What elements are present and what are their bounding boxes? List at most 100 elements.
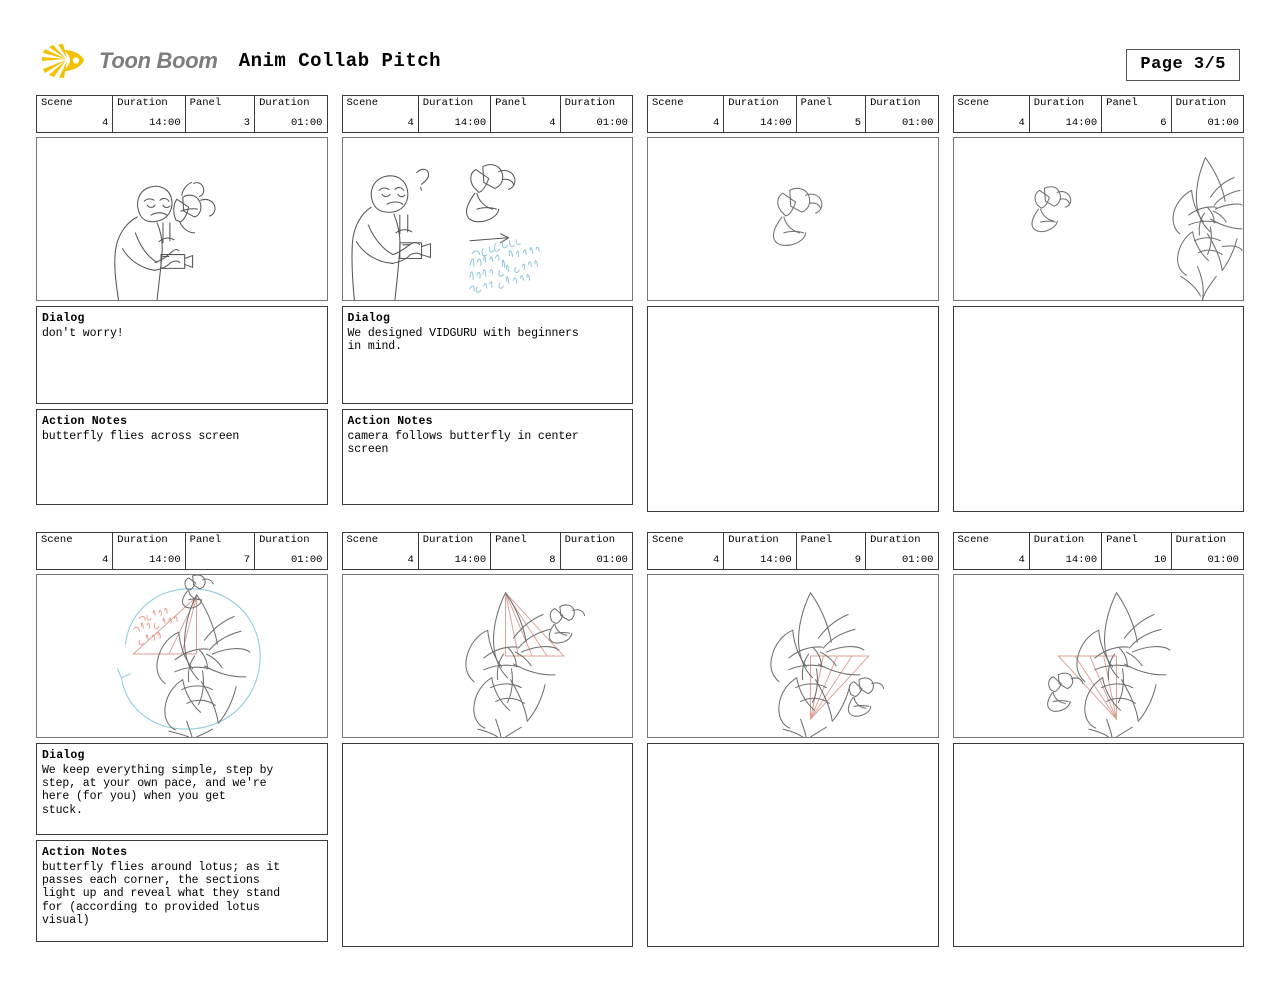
storyboard-cell[interactable]: Scene 4 Duration 14:00 Panel 9 Duration … [647,532,939,947]
panel-notes [647,306,939,512]
action-notes-label: Action Notes [42,415,128,428]
panel-artwork-lotus-with-circular-path[interactable] [36,574,328,738]
empty-notes-box[interactable] [952,306,1244,512]
scene-label: Scene [957,97,990,109]
scene-label: Scene [346,534,379,546]
action-notes-box[interactable]: Action Notes butterfly flies around lotu… [36,840,328,942]
storyboard-cell[interactable]: Scene 4 Duration 14:00 Panel 3 Duration … [36,95,328,512]
dialog-text: don't worry! [42,326,124,340]
scene-duration-value: 14:00 [454,116,487,129]
dialog-box[interactable]: Dialog We keep everything simple, step b… [36,743,328,835]
panel-notes [952,306,1244,512]
scene-duration-value: 14:00 [149,116,181,129]
panel-field: Panel 6 [1101,96,1170,132]
scene-label: Scene [652,97,684,109]
panel-meta-header: Scene 4 Duration 14:00 Panel 4 Duration … [341,95,633,133]
brand-name: Toon Boom [99,48,218,73]
storyboard-cell[interactable]: Scene 4 Duration 14:00 Panel 6 Duration … [952,95,1244,512]
panel-meta-header: Scene 4 Duration 14:00 Panel 5 Duration … [647,95,939,133]
scene-value: 4 [1018,116,1025,129]
scene-value: 4 [407,116,414,129]
panel-duration-field: Duration 01:00 [559,96,632,132]
dialog-box[interactable]: Dialog We designed VIDGURU with beginner… [341,306,633,404]
panel-label: Panel [1106,97,1138,109]
panel-artwork-person-recoiling-from-butterfly[interactable] [36,137,328,301]
scene-duration-value: 14:00 [1065,553,1098,566]
scene-duration-value: 14:00 [760,116,792,129]
storyboard-cell[interactable]: Scene 4 Duration 14:00 Panel 5 Duration … [647,95,939,512]
scene-field: Scene 4 [648,96,723,132]
scene-duration-label: Duration [728,534,779,546]
dialog-text: We keep everything simple, step by step,… [42,763,274,817]
dialog-label: Dialog [347,312,391,325]
empty-notes-box[interactable] [647,743,939,947]
panel-field: Panel 10 [1101,533,1170,569]
panel-duration-value: 01:00 [596,116,628,129]
scene-duration-label: Duration [422,534,474,546]
panel-notes: Dialog We designed VIDGURU with beginner… [341,306,633,512]
panel-label: Panel [189,97,222,109]
page-header: Toon Boom Anim Collab Pitch Page 3/5 [0,0,1280,92]
scene-duration-field: Duration 14:00 [1028,533,1101,569]
panel-duration-field: Duration 01:00 [559,533,632,569]
storyboard-cell[interactable]: Scene 4 Duration 14:00 Panel 10 Duration… [952,532,1244,947]
blue-annotation-handwriting [469,239,540,293]
panel-duration-label: Duration [870,97,921,109]
scene-label: Scene [346,97,379,109]
panel-artwork-lotus-bottom-left-section-lit[interactable] [952,574,1244,738]
panel-label: Panel [1106,534,1138,546]
storyboard-cell[interactable]: Scene 4 Duration 14:00 Panel 8 Duration … [341,532,633,947]
panel-duration-label: Duration [259,534,310,546]
panel-field: Panel 5 [795,96,865,132]
scene-duration-label: Duration [1033,97,1085,109]
panel-label: Panel [495,97,527,109]
storyboard-cell[interactable]: Scene 4 Duration 14:00 Panel 4 Duration … [341,95,633,512]
scene-duration-field: Duration 14:00 [112,533,184,569]
panel-field: Panel 9 [795,533,865,569]
panel-artwork-butterfly-approaching-lotus[interactable] [952,137,1244,301]
panel-field: Panel 8 [490,533,559,569]
panel-duration-field: Duration 01:00 [254,96,326,132]
empty-notes-box[interactable] [952,743,1244,947]
panel-duration-label: Duration [564,97,616,109]
action-notes-box[interactable]: Action Notes camera follows butterfly in… [341,409,633,505]
panel-value: 8 [549,553,556,566]
panel-artwork-person-with-camera-and-butterfly[interactable] [341,137,633,301]
scene-duration-field: Duration 14:00 [112,96,184,132]
panel-notes: Dialog don't worry! Action Notes butterf… [36,306,328,512]
panel-duration-field: Duration 01:00 [1170,96,1243,132]
panel-notes [952,743,1244,947]
page-title: Anim Collab Pitch [238,50,442,72]
panel-meta-header: Scene 4 Duration 14:00 Panel 3 Duration … [36,95,328,133]
panel-duration-value: 01:00 [596,553,628,566]
scene-field: Scene 4 [343,96,418,132]
dialog-label: Dialog [42,312,85,325]
panel-meta-header: Scene 4 Duration 14:00 Panel 10 Duration… [952,532,1244,570]
scene-label: Scene [41,534,73,546]
panel-value: 3 [243,116,251,129]
scene-duration-field: Duration 14:00 [1028,96,1101,132]
panel-artwork-lotus-bottom-right-section-lit[interactable] [647,574,939,738]
panel-value: 10 [1154,553,1167,566]
panel-duration-field: Duration 01:00 [1170,533,1243,569]
empty-notes-box[interactable] [341,743,633,947]
panel-duration-value: 01:00 [1207,116,1239,129]
storyboard-cell[interactable]: Scene 4 Duration 14:00 Panel 7 Duration … [36,532,328,947]
scene-duration-field: Duration 14:00 [723,533,795,569]
action-notes-box[interactable]: Action Notes butterfly flies across scre… [36,409,328,505]
panel-label: Panel [800,534,833,546]
panel-notes [647,743,939,947]
panel-duration-value: 01:00 [901,553,934,566]
empty-notes-box[interactable] [647,306,939,512]
scene-value: 4 [101,116,109,129]
panel-artwork-lotus-top-right-section-lit[interactable] [341,574,633,738]
scene-field: Scene 4 [954,96,1029,132]
panel-duration-label: Duration [259,97,310,109]
dialog-box[interactable]: Dialog don't worry! [36,306,328,404]
panel-duration-value: 01:00 [1207,553,1239,566]
action-notes-text: camera follows butterfly in center scree… [347,429,579,456]
storyboard-page: Toon Boom Anim Collab Pitch Page 3/5 Sce… [0,0,1280,1002]
panel-label: Panel [189,534,222,546]
panel-artwork-butterfly-center[interactable] [647,137,939,301]
panel-duration-value: 01:00 [290,553,323,566]
